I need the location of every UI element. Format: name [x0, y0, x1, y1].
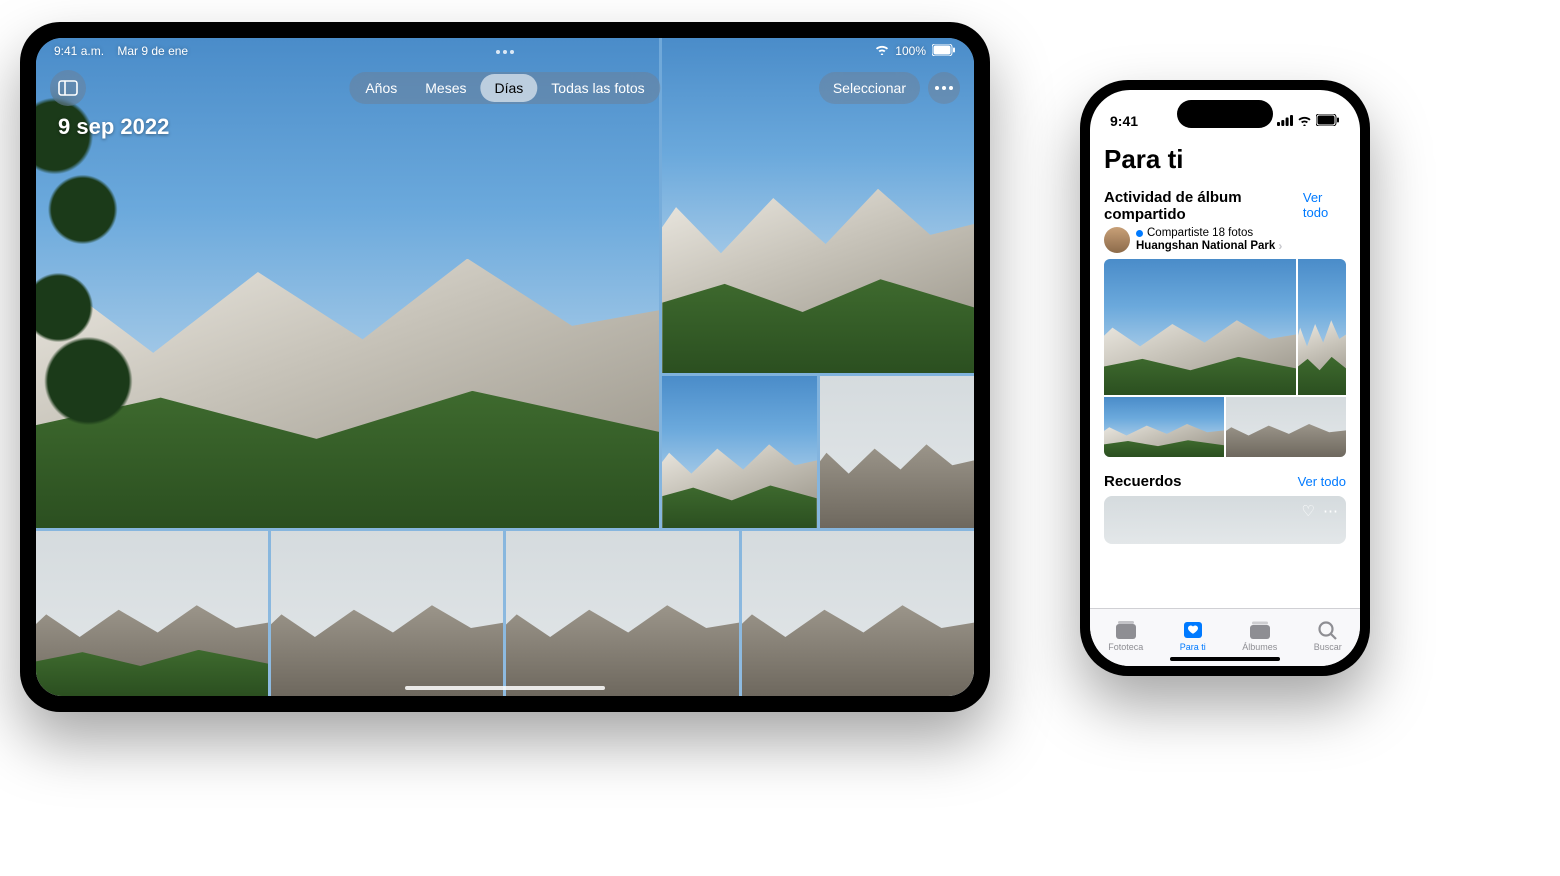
- see-all-link[interactable]: Ver todo: [1303, 190, 1346, 220]
- battery-icon: [932, 44, 956, 59]
- page-title: Para ti: [1104, 144, 1346, 175]
- date-heading: 9 sep 2022: [58, 114, 169, 140]
- photo-grid: [36, 38, 974, 696]
- home-indicator[interactable]: [1170, 657, 1280, 661]
- photo-thumb[interactable]: [1298, 259, 1346, 395]
- cellular-icon: [1277, 113, 1293, 129]
- heart-icon[interactable]: ♡: [1302, 502, 1315, 520]
- dynamic-island: [1177, 100, 1273, 128]
- multitask-dots[interactable]: [496, 50, 514, 54]
- segment-months[interactable]: Meses: [411, 74, 480, 102]
- photo-thumb[interactable]: [36, 531, 268, 696]
- tab-library[interactable]: Fototeca: [1108, 619, 1143, 652]
- segment-years[interactable]: Años: [351, 74, 411, 102]
- photo-thumb[interactable]: [742, 531, 974, 696]
- ipad-screen: 9:41 a.m. Mar 9 de ene 100% Años: [36, 38, 974, 696]
- iphone-device: 9:41 Para ti Actividad de álbum comparti…: [1080, 80, 1370, 676]
- activity-summary: Compartiste 18 fotos: [1147, 227, 1253, 240]
- memory-card[interactable]: ♡ ⋯: [1104, 496, 1346, 544]
- tab-for-you[interactable]: Para ti: [1180, 619, 1206, 652]
- tab-albums[interactable]: Álbumes: [1242, 619, 1277, 652]
- photo-thumb[interactable]: [662, 376, 816, 528]
- tab-label: Buscar: [1314, 642, 1342, 652]
- time-segmented-control: Años Meses Días Todas las fotos: [349, 72, 660, 104]
- unread-dot-icon: [1136, 230, 1143, 237]
- see-all-link[interactable]: Ver todo: [1298, 474, 1346, 489]
- home-indicator[interactable]: [405, 686, 605, 690]
- photo-thumb[interactable]: [1104, 397, 1224, 457]
- iphone-screen: 9:41 Para ti Actividad de álbum comparti…: [1090, 90, 1360, 666]
- album-name: Huangshan National Park: [1136, 240, 1275, 253]
- sidebar-toggle-button[interactable]: [50, 70, 86, 106]
- shared-activity-heading: Actividad de álbum compartido: [1104, 189, 1303, 223]
- wifi-icon: [875, 44, 889, 58]
- segment-days[interactable]: Días: [480, 74, 537, 102]
- photo-hero[interactable]: [36, 38, 659, 528]
- status-time: 9:41: [1110, 113, 1138, 129]
- battery-icon: [1316, 113, 1340, 129]
- ipad-device: 9:41 a.m. Mar 9 de ene 100% Años: [20, 22, 990, 712]
- top-controls: Años Meses Días Todas las fotos Seleccio…: [36, 68, 974, 108]
- photo-thumb[interactable]: [820, 376, 974, 528]
- tab-label: Álbumes: [1242, 642, 1277, 652]
- battery-text: 100%: [895, 44, 926, 58]
- tab-label: Fototeca: [1108, 642, 1143, 652]
- more-button[interactable]: [928, 72, 960, 104]
- avatar: [1104, 227, 1130, 253]
- select-button[interactable]: Seleccionar: [819, 72, 920, 104]
- memories-heading: Recuerdos: [1104, 473, 1182, 490]
- status-date: Mar 9 de ene: [117, 44, 188, 58]
- photo-thumb[interactable]: [506, 531, 738, 696]
- photo-thumb[interactable]: [271, 531, 503, 696]
- photo-thumb[interactable]: [1226, 397, 1346, 457]
- photo-thumb[interactable]: [1104, 259, 1296, 395]
- wifi-icon: [1297, 113, 1312, 129]
- tab-search[interactable]: Buscar: [1314, 619, 1342, 652]
- shared-activity-item[interactable]: Compartiste 18 fotos Huangshan National …: [1104, 227, 1346, 253]
- status-time: 9:41 a.m.: [54, 44, 104, 58]
- chevron-right-icon: ›: [1278, 240, 1282, 253]
- shared-photos-grid: [1104, 259, 1346, 457]
- tab-label: Para ti: [1180, 642, 1206, 652]
- more-icon[interactable]: ⋯: [1323, 502, 1338, 520]
- segment-all-photos[interactable]: Todas las fotos: [537, 74, 658, 102]
